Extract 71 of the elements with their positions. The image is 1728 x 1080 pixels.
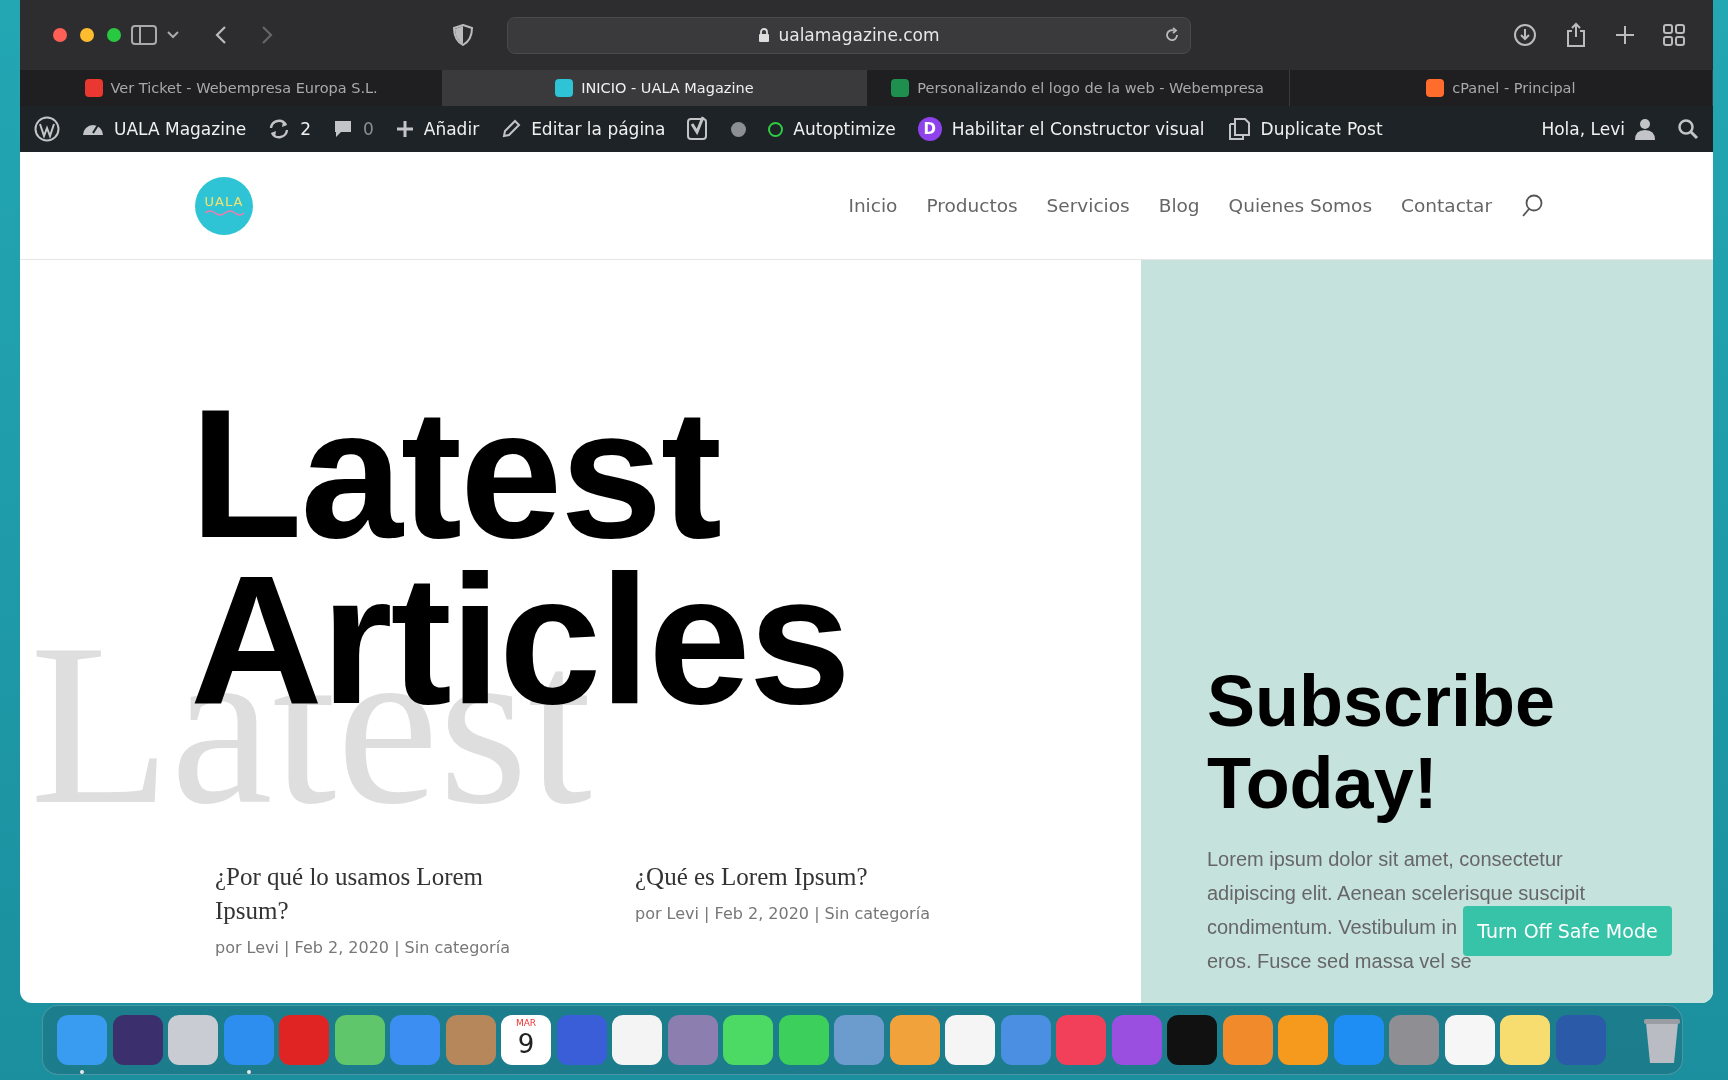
app-icon[interactable] xyxy=(1167,1015,1217,1065)
subscribe-heading: Subscribe xyxy=(1207,660,1556,742)
hero-heading: Latest xyxy=(190,390,720,556)
user-icon xyxy=(1635,118,1655,140)
paragraph-line: adipiscing elit. Aenean scelerisque suscipit xyxy=(1207,881,1585,906)
visual-builder-link[interactable]: D Habilitar el Constructor visual xyxy=(917,117,1205,141)
edit-page-link[interactable]: Editar la página xyxy=(501,119,666,139)
app-icon[interactable] xyxy=(334,1015,385,1065)
app-icon[interactable] xyxy=(112,1015,163,1065)
app-icon[interactable] xyxy=(723,1015,773,1065)
tab-title: cPanel - Principal xyxy=(1452,80,1576,96)
tab-title: Ver Ticket - Webempresa Europa S.L. xyxy=(110,80,378,96)
post-title-link[interactable]: ¿Qué es Lorem Ipsum? xyxy=(635,860,955,894)
app-icon[interactable] xyxy=(612,1015,662,1065)
share-icon[interactable] xyxy=(1565,22,1587,48)
nav-link[interactable]: Blog xyxy=(1158,195,1200,216)
app-icon[interactable] xyxy=(1444,1015,1495,1065)
nav-link[interactable]: Quienes Somos xyxy=(1228,195,1373,216)
search-icon[interactable] xyxy=(1677,118,1699,140)
shield-icon[interactable] xyxy=(453,24,473,46)
plus-icon[interactable] xyxy=(1615,25,1635,45)
account-menu[interactable]: Hola, Levi xyxy=(1541,118,1655,140)
search-icon[interactable] xyxy=(1521,193,1543,218)
plus-icon xyxy=(395,120,414,138)
copy-icon xyxy=(1226,117,1251,141)
updates-link[interactable]: 2 xyxy=(268,119,311,139)
app-icon[interactable] xyxy=(778,1015,829,1065)
back-icon[interactable] xyxy=(215,25,227,45)
close-button[interactable] xyxy=(53,28,67,42)
post-meta: por Levi | Feb 2, 2020 | Sin categoría xyxy=(215,938,511,957)
status-dot xyxy=(731,121,747,137)
nav-link[interactable]: Inicio xyxy=(848,195,898,216)
pencil-icon xyxy=(501,119,522,139)
address-bar[interactable]: ualamagazine.com xyxy=(507,16,1191,54)
zoom-button[interactable] xyxy=(107,28,121,42)
calendar-app-icon[interactable]: MAR 9 xyxy=(501,1015,551,1065)
minimize-button[interactable] xyxy=(80,28,94,42)
comments-link[interactable]: 0 xyxy=(332,119,374,139)
nav-link[interactable]: Servicios xyxy=(1046,195,1130,216)
autoptimize-link[interactable]: Autoptimize xyxy=(768,119,896,139)
paragraph-line: condimentum. Vestibulum in xyxy=(1207,915,1458,940)
forward-icon[interactable] xyxy=(261,25,273,45)
post-title-link[interactable]: ¿Por qué lo usamos Lorem Ipsum? xyxy=(215,860,535,928)
site-menu[interactable]: UALA Magazine xyxy=(82,119,247,139)
wordpress-icon[interactable] xyxy=(34,116,60,142)
chevron-down-icon[interactable] xyxy=(167,31,179,39)
tab-title: INICIO - UALA Magazine xyxy=(581,80,754,96)
sidebar-icon[interactable] xyxy=(131,25,157,45)
post-meta: por Levi | Feb 2, 2020 | Sin categoría xyxy=(635,904,931,923)
comment-icon xyxy=(332,119,353,139)
app-icon[interactable] xyxy=(168,1015,218,1065)
paragraph-line: Lorem ipsum dolor sit amet, consectetur xyxy=(1207,847,1563,872)
app-icon[interactable] xyxy=(1222,1015,1273,1065)
nav-link[interactable]: Contactar xyxy=(1401,195,1492,216)
nav-link[interactable]: Productos xyxy=(926,195,1018,216)
refresh-icon xyxy=(268,119,291,139)
app-icon[interactable] xyxy=(1278,1015,1328,1065)
reload-icon[interactable] xyxy=(1164,27,1180,43)
url-text: ualamagazine.com xyxy=(778,25,940,45)
app-icon[interactable] xyxy=(945,1015,995,1065)
seo-plugin-icon[interactable] xyxy=(687,116,710,142)
app-icon[interactable] xyxy=(889,1015,940,1065)
duplicate-post-link[interactable]: Duplicate Post xyxy=(1226,117,1383,141)
download-icon[interactable] xyxy=(1513,23,1537,47)
lock-icon xyxy=(758,27,771,43)
add-new-link[interactable]: Añadir xyxy=(395,119,480,139)
app-icon[interactable] xyxy=(1500,1015,1550,1065)
tab-overview-icon[interactable] xyxy=(1663,24,1685,46)
tab-title: Personalizando el logo de la web - Webempresa xyxy=(917,80,1264,96)
subscribe-heading: Today! xyxy=(1207,742,1438,824)
browser-tab[interactable]: INICIO - UALA Magazine xyxy=(443,70,867,106)
